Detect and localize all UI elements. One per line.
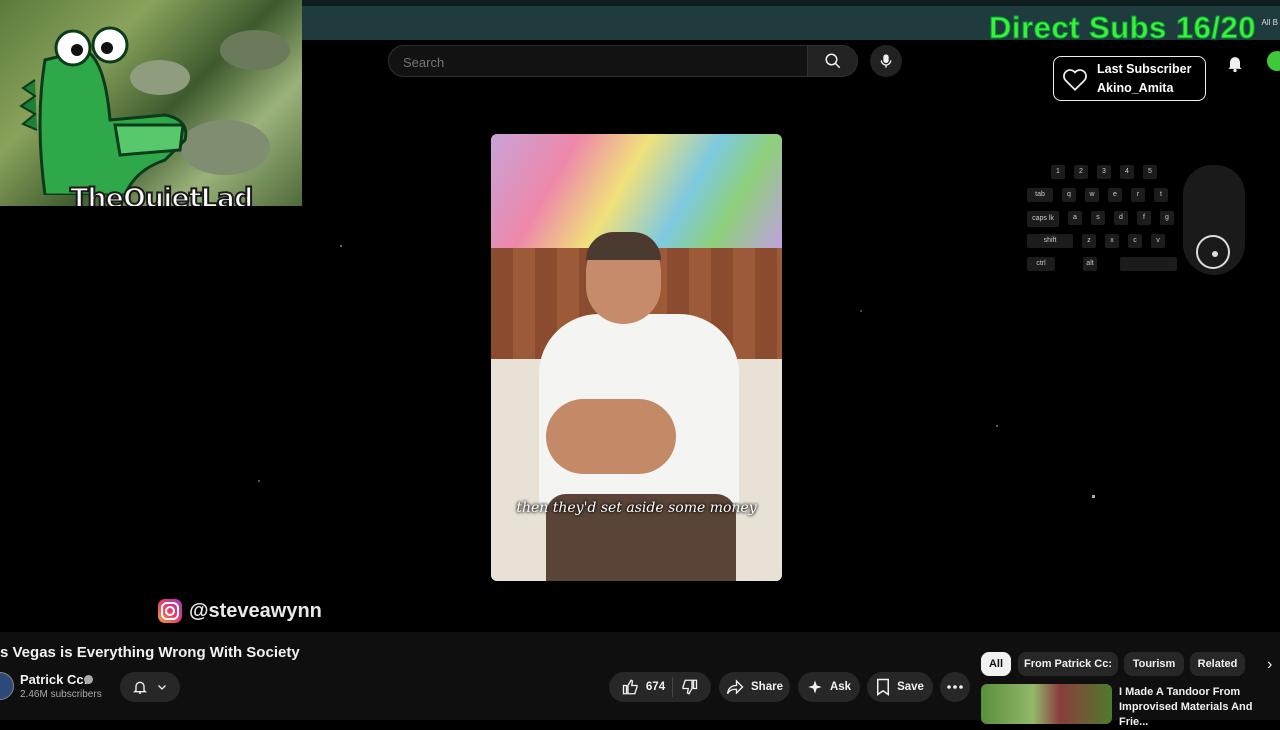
keyboard-key: shift <box>1027 234 1073 248</box>
keyboard-key: d <box>1114 211 1128 225</box>
keyboard-key: z <box>1082 234 1096 248</box>
share-label: Share <box>751 681 783 693</box>
keyboard-key: x <box>1105 234 1119 248</box>
more-icon <box>947 685 963 689</box>
webcam-overlay: TheQuietLad <box>0 0 302 206</box>
keyboard-key: 2 <box>1074 165 1088 179</box>
chip-related[interactable]: Related <box>1190 652 1245 676</box>
search-icon <box>825 53 840 69</box>
like-button[interactable]: 674 <box>622 678 665 696</box>
voice-search-button[interactable] <box>870 45 902 77</box>
mouse-overlay <box>1183 165 1245 275</box>
keyboard-key: s <box>1091 211 1105 225</box>
verified-icon <box>84 675 93 684</box>
chip-from-channel[interactable]: From Patrick Cc: <box>1018 652 1118 676</box>
save-icon <box>877 678 890 696</box>
keyboard-key: r <box>1131 188 1145 202</box>
keyboard-key: 5 <box>1143 165 1157 179</box>
more-actions-button[interactable] <box>940 672 970 702</box>
search-input[interactable] <box>401 52 785 72</box>
last-subscriber-name: Akino_Amita <box>1097 81 1174 95</box>
recommended-video-thumbnail[interactable] <box>981 684 1112 724</box>
keyboard-key: a <box>1068 211 1082 225</box>
like-dislike-group: 674 <box>609 672 711 702</box>
star <box>258 480 260 482</box>
keyboard-spacebar <box>1120 257 1177 271</box>
keyboard-key: ctrl <box>1027 257 1055 271</box>
share-icon <box>726 679 744 695</box>
ask-button[interactable]: Ask <box>798 672 860 702</box>
video-background-painting <box>491 134 782 248</box>
video-subtitle: then they'd set aside some money <box>516 500 757 516</box>
like-count: 674 <box>645 681 666 693</box>
star <box>996 425 998 427</box>
ask-label: Ask <box>829 681 852 693</box>
recommended-video-title[interactable]: I Made A Tandoor From Improvised Materia… <box>1119 685 1279 730</box>
last-subscriber-widget: Last Subscriber Akino_Amita <box>1053 56 1206 101</box>
save-button[interactable]: Save <box>867 672 933 702</box>
subscribed-notification-button[interactable] <box>120 672 180 702</box>
mouse-dot <box>1212 251 1218 257</box>
keyboard-key: tab <box>1027 188 1053 202</box>
search-button[interactable] <box>808 45 858 77</box>
top-band-edge <box>302 0 1280 6</box>
chip-tourism[interactable]: Tourism <box>1124 652 1184 676</box>
keyboard-key: w <box>1085 188 1099 202</box>
instagram-handle: @steveawynn <box>189 600 322 622</box>
channel-name[interactable]: Patrick Cc: <box>20 672 88 687</box>
star <box>340 245 342 247</box>
crocodile-mascot <box>19 26 188 195</box>
keyboard-key: t <box>1154 188 1168 202</box>
bell-icon <box>1228 57 1242 73</box>
last-subscriber-title: Last Subscriber <box>1097 62 1192 76</box>
like-icon <box>622 679 638 695</box>
chip-all[interactable]: All <box>981 652 1011 676</box>
keyboard-key: alt <box>1083 257 1097 271</box>
avatar[interactable] <box>1267 51 1280 71</box>
chevron-down-icon <box>158 685 166 690</box>
notifications-button[interactable] <box>1225 53 1245 78</box>
like-divider <box>672 677 674 697</box>
overlay-small-text: All B <box>1261 18 1278 27</box>
mic-icon <box>880 54 892 68</box>
keyboard-key: caps lk <box>1027 211 1059 227</box>
keyboard-key: q <box>1062 188 1076 202</box>
subscriber-count: 2.46M subscribers <box>20 689 102 700</box>
video-title: s Vegas is Everything Wrong With Society <box>0 644 300 661</box>
bell-icon <box>133 681 147 694</box>
star <box>1092 495 1095 498</box>
chevron-right-icon[interactable]: › <box>1267 656 1272 674</box>
webcam-name: TheQuietLad <box>69 182 254 206</box>
keyboard-key: c <box>1128 234 1142 248</box>
save-label: Save <box>897 681 924 693</box>
keyboard-key: v <box>1151 234 1165 248</box>
direct-subs-counter: Direct Subs 16/20 <box>989 10 1256 46</box>
keyboard-key: 1 <box>1051 165 1065 179</box>
dislike-icon <box>682 679 698 695</box>
keyboard-key: g <box>1160 211 1174 225</box>
share-button[interactable]: Share <box>719 672 790 702</box>
keyboard-key: e <box>1108 188 1122 202</box>
dislike-button[interactable] <box>680 678 698 696</box>
keyboard-key: 4 <box>1120 165 1134 179</box>
video-person-hands <box>546 399 676 474</box>
keyboard-key: 3 <box>1097 165 1111 179</box>
keyboard-key: f <box>1137 211 1151 225</box>
heart-icon <box>1063 69 1087 91</box>
sparkle-icon <box>808 680 822 694</box>
instagram-icon <box>158 599 182 623</box>
video-player[interactable]: then they'd set aside some money <box>491 134 782 581</box>
star <box>860 310 862 312</box>
